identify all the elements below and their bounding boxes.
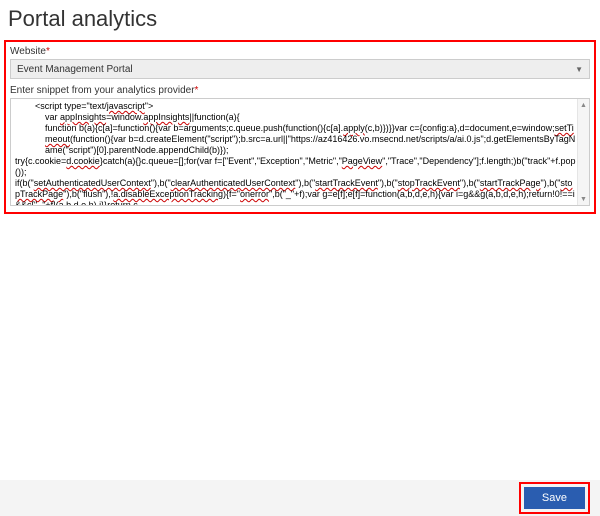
chevron-down-icon: ▼ bbox=[575, 65, 583, 74]
snippet-label: Enter snippet from your analytics provid… bbox=[10, 85, 590, 96]
form-highlight-box: Website* Event Management Portal ▼ Enter… bbox=[4, 40, 596, 214]
save-highlight: Save bbox=[519, 482, 590, 514]
save-button[interactable]: Save bbox=[524, 487, 585, 509]
snippet-content: <script type="text/javascript">var appIn… bbox=[11, 99, 589, 205]
page-title: Portal analytics bbox=[0, 0, 600, 40]
website-dropdown[interactable]: Event Management Portal ▼ bbox=[10, 59, 590, 79]
website-dropdown-value: Event Management Portal bbox=[17, 64, 133, 75]
scroll-up-icon[interactable]: ▲ bbox=[578, 99, 589, 111]
scrollbar[interactable]: ▲ ▼ bbox=[577, 99, 589, 205]
snippet-textarea[interactable]: <script type="text/javascript">var appIn… bbox=[10, 98, 590, 206]
website-label: Website* bbox=[10, 46, 590, 57]
footer-bar: Save bbox=[0, 480, 600, 516]
scroll-down-icon[interactable]: ▼ bbox=[578, 193, 589, 205]
